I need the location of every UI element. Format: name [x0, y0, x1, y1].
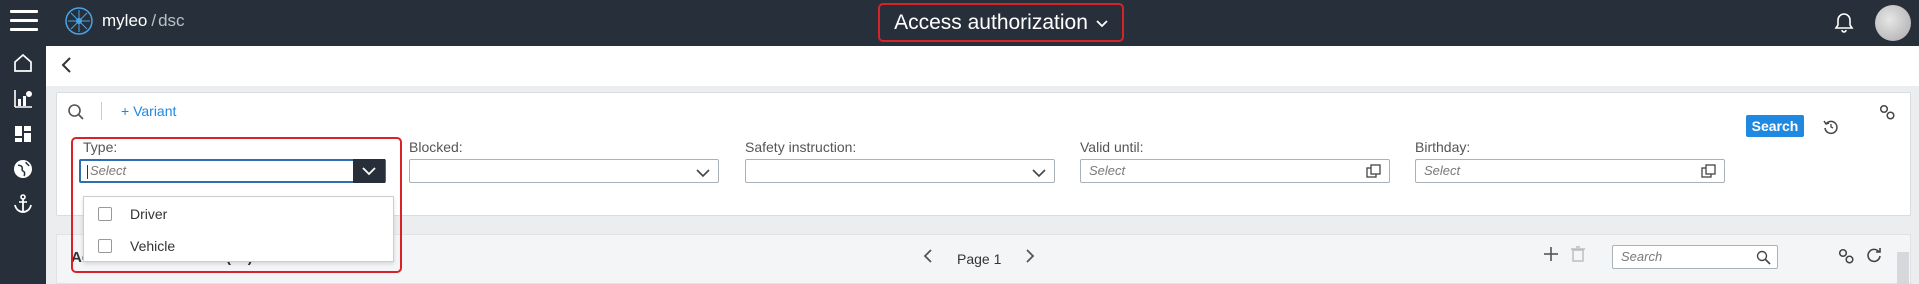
dropdown-option-driver[interactable]: Driver — [84, 199, 393, 229]
refresh-icon[interactable] — [1865, 246, 1883, 269]
type-label: Type: — [83, 139, 118, 155]
globe-icon — [14, 160, 32, 178]
app-suffix: dsc — [158, 11, 185, 30]
text-cursor — [87, 164, 88, 179]
birthday-placeholder: Select — [1424, 163, 1461, 178]
sidebar — [0, 46, 46, 284]
vertical-scrollbar[interactable] — [1897, 252, 1909, 284]
divider — [101, 102, 102, 120]
safety-instruction-label: Safety instruction: — [745, 139, 857, 155]
previous-page-icon[interactable] — [917, 248, 939, 269]
dashboard-icon — [15, 126, 31, 142]
chevron-down-icon — [362, 166, 376, 175]
sidebar-item-globe[interactable] — [0, 152, 46, 186]
calendar-icon[interactable] — [1701, 164, 1716, 186]
table-search-input[interactable]: Search — [1612, 245, 1778, 269]
birthday-label: Birthday: — [1415, 139, 1471, 155]
checkbox[interactable] — [98, 207, 112, 221]
search-icon[interactable] — [1756, 250, 1771, 272]
valid-until-label: Valid until: — [1080, 139, 1144, 155]
option-label: Driver — [130, 206, 168, 222]
chevron-down-icon — [696, 163, 710, 185]
sidebar-item-chart[interactable] — [0, 82, 46, 116]
calendar-icon[interactable] — [1366, 164, 1381, 186]
valid-until-field[interactable]: Select — [1080, 159, 1390, 183]
bell-icon[interactable] — [1832, 11, 1856, 40]
sidebar-item-home[interactable] — [0, 46, 46, 80]
search-icon[interactable] — [67, 103, 85, 126]
sidebar-item-dashboard[interactable] — [0, 117, 46, 151]
checkbox[interactable] — [98, 239, 112, 253]
pagination: Page 1 — [917, 248, 1041, 269]
valid-until-placeholder: Select — [1089, 163, 1126, 178]
chevron-down-icon — [1096, 15, 1108, 31]
type-dropdown-list: Driver Vehicle — [83, 196, 394, 262]
delete-icon[interactable] — [1569, 245, 1587, 268]
search-button[interactable]: Search — [1746, 115, 1804, 137]
type-placeholder: Select — [90, 163, 127, 178]
filter-search-row: + Variant — [57, 93, 1910, 127]
table-search-placeholder: Search — [1621, 249, 1663, 264]
back-arrow-icon[interactable] — [60, 56, 74, 79]
blocked-label: Blocked: — [409, 139, 463, 155]
hamburger-menu-icon[interactable] — [10, 10, 38, 34]
chevron-down-icon — [1032, 163, 1046, 185]
blocked-select[interactable] — [409, 159, 719, 183]
app-name: myleo — [102, 11, 148, 30]
page-label: Page 1 — [957, 250, 1002, 267]
type-select[interactable]: Select — [79, 159, 386, 183]
logo-icon — [65, 7, 93, 35]
add-variant-link[interactable]: + Variant — [121, 103, 176, 119]
safety-instruction-select[interactable] — [745, 159, 1055, 183]
option-label: Vehicle — [130, 238, 176, 254]
page-title-dropdown[interactable]: Access authorization — [878, 3, 1124, 42]
filter-settings-icon[interactable] — [1878, 103, 1896, 126]
birthday-field[interactable]: Select — [1415, 159, 1725, 183]
app-logo[interactable]: myleo / dsc — [64, 6, 185, 36]
app-separator: / — [151, 11, 157, 30]
sidebar-item-anchor[interactable] — [0, 187, 46, 221]
next-page-icon[interactable] — [1019, 248, 1041, 269]
home-icon — [14, 53, 32, 72]
dropdown-option-vehicle[interactable]: Vehicle — [84, 231, 393, 261]
reset-icon[interactable] — [1822, 118, 1840, 141]
type-dropdown-button[interactable] — [353, 159, 385, 183]
top-bar: myleo / dsc Access authorization — [0, 0, 1919, 46]
table-settings-icon[interactable] — [1837, 247, 1855, 270]
back-bar — [46, 46, 1919, 86]
add-icon[interactable] — [1542, 245, 1560, 268]
anchor-icon — [14, 194, 32, 213]
page-title: Access authorization — [894, 10, 1088, 34]
avatar[interactable] — [1875, 5, 1911, 41]
chart-icon — [14, 90, 32, 108]
